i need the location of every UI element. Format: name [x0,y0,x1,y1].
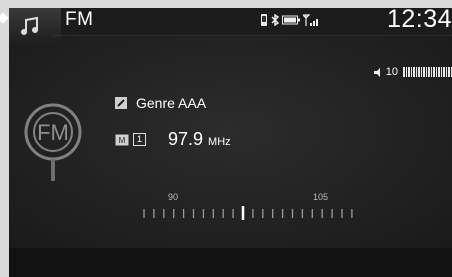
volume-bar-segment [418,67,420,77]
volume-bar-segment [428,67,430,77]
battery-icon [282,15,300,25]
volume-bar [403,67,452,77]
volume-bar-segment [433,67,435,77]
volume-bar-segment [410,67,412,77]
source-label: FM [65,9,94,30]
genre-label: Genre AAA [136,95,207,111]
volume-bar-segment [445,67,447,77]
volume-bar-segment [438,67,440,77]
volume-bar-segment [413,67,415,77]
volume-bar-segment [443,67,445,77]
header-divider [52,35,452,36]
volume-bar-segment [415,67,417,77]
volume-bar-segment [403,67,405,77]
volume-bar-segment [425,67,427,77]
back-arrow-icon[interactable] [0,12,9,24]
status-icons [260,14,319,26]
volume-bar-segment [423,67,425,77]
scale-label-low: 90 [168,192,179,202]
signal-icon [303,14,318,26]
frequency-value: 97.9 [168,129,204,149]
station-row: M 1 97.9 MHz [115,129,231,150]
preset-number: 1 [133,133,146,146]
tuning-scale[interactable] [143,206,353,220]
music-note-icon [21,16,38,35]
volume-bar-segment [435,67,437,77]
phone-icon [261,14,267,26]
volume-level: 10 [385,66,398,78]
audio-source-button[interactable] [9,8,61,44]
volume-bar-segment [405,67,407,77]
svg-text:M: M [119,136,126,145]
bottom-bar [9,248,452,277]
genre-tag-icon [115,97,127,109]
station-memory-icon: M [115,134,129,145]
volume-bar-segment [440,67,442,77]
volume-bar-segment [430,67,432,77]
volume-bar-segment [408,67,410,77]
volume-bar-segment [420,67,422,77]
speaker-icon [373,67,380,77]
head-unit-screen: FM 12:34 10 FM Genre AAA M 1 97.9 MHz 90… [0,0,452,277]
frequency-unit: MHz [208,135,231,148]
bluetooth-icon [271,14,279,26]
volume-indicator: 10 [373,66,452,78]
scale-label-high: 105 [313,192,329,202]
volume-bar-segment [448,67,450,77]
genre-row: Genre AAA [115,95,206,111]
fm-radio-logo-icon: FM [24,103,82,181]
clock: 12:34 [386,5,452,33]
svg-text:FM: FM [37,120,69,145]
